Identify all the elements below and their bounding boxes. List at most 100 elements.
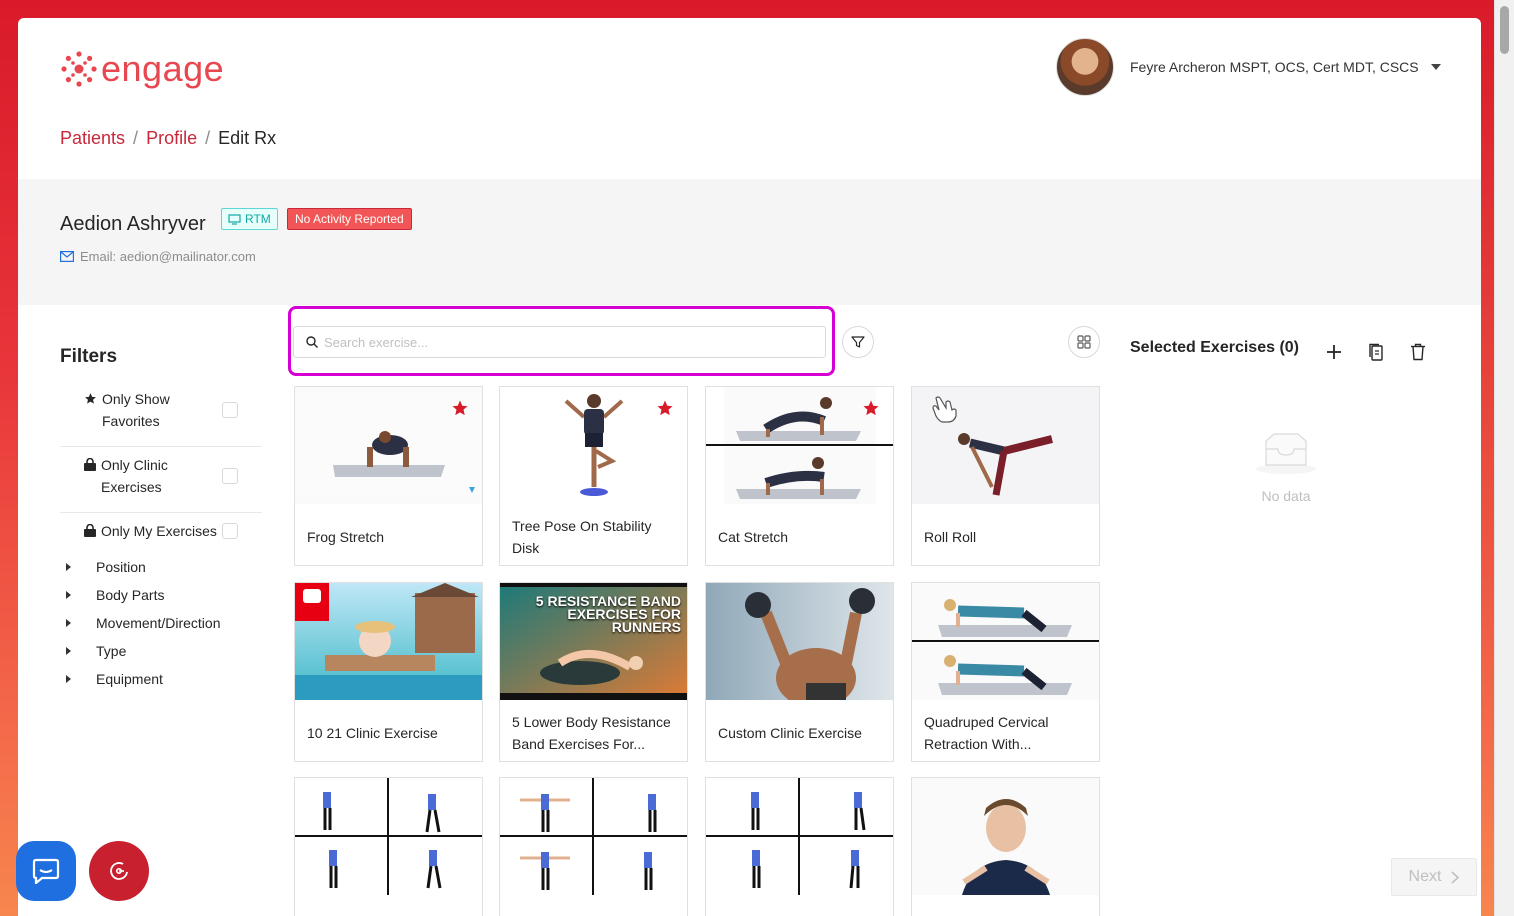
tree-position[interactable]: Position: [66, 559, 146, 575]
exercise-title: Frog Stretch: [307, 529, 385, 545]
rtm-tag-label: RTM: [245, 212, 271, 226]
filter-only-clinic[interactable]: Only Clinic Exercises: [84, 454, 262, 498]
user-name: Feyre Archeron MSPT, OCS, Cert MDT, CSCS: [1130, 59, 1419, 75]
caret-down-icon[interactable]: [1430, 64, 1441, 70]
search-input[interactable]: [324, 334, 804, 350]
favorite-star-icon[interactable]: [862, 399, 880, 417]
exercise-thumbnail: [706, 583, 893, 700]
exercise-card-row3-4[interactable]: [911, 777, 1100, 916]
search-box[interactable]: [293, 326, 826, 358]
breadcrumb-separator: /: [205, 128, 211, 148]
exercise-title: Quadruped Cervical Retraction With...: [924, 714, 1049, 752]
exercise-card-cat-stretch[interactable]: Cat Stretch: [705, 386, 894, 566]
filter-only-favorites-label: Only Show Favorites: [102, 391, 170, 429]
next-button[interactable]: Next: [1391, 858, 1477, 896]
user-menu[interactable]: Feyre Archeron MSPT, OCS, Cert MDT, CSCS: [1056, 38, 1441, 96]
status-badge: No Activity Reported: [287, 208, 412, 230]
exercise-grid-image: [500, 778, 687, 895]
app-window: engage Feyre Archeron MSPT, OCS, Cert MD…: [18, 18, 1481, 916]
thumbnail-caption: 5 RESISTANCE BAND EXERCISES FOR RUNNERS: [535, 593, 681, 635]
filter-only-favorites[interactable]: Only Show Favorites: [84, 388, 262, 432]
clinic-checkbox[interactable]: [222, 468, 238, 484]
search-icon: [306, 336, 318, 348]
my-exercises-checkbox[interactable]: [222, 523, 238, 539]
breadcrumb-patients[interactable]: Patients: [60, 128, 125, 149]
tree-body-parts[interactable]: Body Parts: [66, 587, 164, 603]
exercise-thumbnail: [500, 778, 687, 895]
power-swirl-icon: [110, 862, 128, 880]
exercise-thumbnail: [706, 387, 893, 504]
exercise-title: Roll Roll: [924, 529, 977, 545]
chevron-right-icon: [1451, 870, 1460, 884]
engage-action-button[interactable]: [89, 841, 149, 901]
caret-right-icon[interactable]: [66, 619, 71, 627]
tree-body-parts-label: Body Parts: [96, 587, 165, 603]
exercise-title: Cat Stretch: [718, 529, 789, 545]
mail-icon: [60, 251, 74, 262]
copy-icon: [1369, 343, 1383, 361]
quadruped-cervical-image: [912, 583, 1099, 700]
support-chat-button[interactable]: [16, 841, 76, 901]
delete-button[interactable]: [1402, 336, 1434, 368]
exercise-thumbnail: [295, 778, 482, 895]
favorite-star-icon[interactable]: [656, 399, 674, 417]
grid-view-button[interactable]: [1068, 326, 1100, 358]
exercise-title: Custom Clinic Exercise: [718, 725, 862, 741]
exercise-title: 5 Lower Body Resistance Band Exercises F…: [512, 714, 671, 752]
patient-email: Email: aedion@mailinator.com: [60, 249, 256, 264]
exercise-title: Tree Pose On Stability Disk: [512, 518, 652, 556]
scrollbar-thumb[interactable]: [1500, 6, 1509, 54]
engage-logo[interactable]: engage: [60, 48, 224, 90]
exercise-card-frog-stretch[interactable]: Frog Stretch: [294, 386, 483, 566]
exercise-title: 10 21 Clinic Exercise: [307, 725, 438, 741]
caret-right-icon[interactable]: [66, 647, 71, 655]
exercise-grid-image: [295, 778, 482, 895]
exercise-card-row3-2[interactable]: [499, 777, 688, 916]
exercise-thumbnail: [706, 778, 893, 895]
hand-cursor-icon: [932, 396, 957, 423]
favorite-star-icon[interactable]: [451, 399, 469, 417]
exercise-person-image: [962, 799, 1050, 895]
avatar[interactable]: [1056, 38, 1114, 96]
exercise-grid-image: [706, 778, 893, 895]
exercise-thumbnail: 5 RESISTANCE BAND EXERCISES FOR RUNNERS: [500, 583, 687, 700]
exercise-card-custom-clinic[interactable]: Custom Clinic Exercise: [705, 582, 894, 762]
filter-only-my[interactable]: Only My Exercises: [84, 520, 262, 542]
exercise-thumbnail: [912, 583, 1099, 700]
tree-type[interactable]: Type: [66, 643, 126, 659]
engage-logo-icon: [61, 51, 97, 87]
custom-clinic-image: [706, 583, 893, 700]
empty-state-text: No data: [1261, 488, 1311, 504]
tree-equipment-label: Equipment: [96, 671, 163, 687]
exercise-card-resistance-band[interactable]: 5 RESISTANCE BAND EXERCISES FOR RUNNERS …: [499, 582, 688, 762]
exercise-card-row3-1[interactable]: [294, 777, 483, 916]
caret-right-icon[interactable]: [66, 675, 71, 683]
exercise-card-tree-pose[interactable]: Tree Pose On Stability Disk: [499, 386, 688, 566]
brand-name: engage: [101, 48, 225, 89]
exercise-thumbnail: [500, 387, 687, 504]
tree-movement[interactable]: Movement/Direction: [66, 615, 221, 631]
patient-email-text: Email: aedion@mailinator.com: [80, 249, 256, 264]
exercise-card-10-21-clinic[interactable]: 10 21 Clinic Exercise: [294, 582, 483, 762]
exercise-thumbnail: [912, 778, 1099, 895]
breadcrumb-profile[interactable]: Profile: [146, 128, 197, 149]
exercise-thumbnail: [295, 387, 482, 504]
chat-bubble-icon: [32, 858, 60, 884]
exercise-card-row3-3[interactable]: [705, 777, 894, 916]
copy-button[interactable]: [1360, 336, 1392, 368]
patient-header: Aedion Ashryver RTM No Activity Reported…: [18, 179, 1481, 305]
exercise-card-quadruped-cervical[interactable]: Quadruped Cervical Retraction With...: [911, 582, 1100, 762]
tree-type-label: Type: [96, 643, 127, 659]
caret-right-icon[interactable]: [66, 591, 71, 599]
tree-equipment[interactable]: Equipment: [66, 671, 163, 687]
add-button[interactable]: [1318, 336, 1350, 368]
favorites-checkbox[interactable]: [222, 402, 238, 418]
lock-icon: [84, 458, 96, 471]
page-scrollbar[interactable]: [1494, 0, 1514, 916]
caret-right-icon[interactable]: [66, 563, 71, 571]
plus-icon: [1327, 345, 1341, 359]
filter-button[interactable]: [842, 326, 874, 358]
next-button-label: Next: [1408, 868, 1442, 885]
tree-movement-label: Movement/Direction: [96, 615, 221, 631]
monitor-icon: [228, 213, 241, 225]
